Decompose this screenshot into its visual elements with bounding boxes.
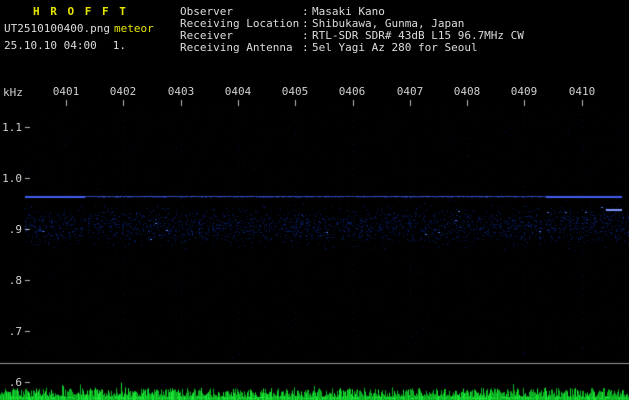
mode-label: meteor	[113, 22, 154, 35]
output-filename: UT2510100400.png	[4, 22, 110, 35]
x-axis-tick-label: 0410	[568, 85, 596, 98]
echo-count: 1.	[112, 39, 126, 52]
info-row-antenna: Receiving Antenna:5el Yagi Az 280 for Se…	[180, 41, 478, 54]
info-value: 5el Yagi Az 280 for Seoul	[312, 41, 478, 54]
x-axis-tick-label: 0401	[52, 85, 80, 98]
filename-row: UT2510100400.png meteor	[4, 22, 154, 35]
x-axis-tick-label: 0405	[281, 85, 309, 98]
app-title: H R O F F T	[33, 5, 128, 18]
x-axis-tick-label: 0409	[510, 85, 538, 98]
x-axis-tick-label: 0408	[453, 85, 481, 98]
datetime-row: 25.10.10 04:00 1.	[4, 39, 126, 52]
hrofft-window: H R O F F T UT2510100400.png meteor 25.10…	[0, 0, 629, 400]
y-axis-tick-label: .8	[8, 274, 22, 287]
y-axis-tick-label: .7	[8, 325, 22, 338]
x-axis-tick-label: 0404	[224, 85, 252, 98]
info-label: Receiving Antenna	[180, 41, 293, 54]
y-axis-unit-label: kHz	[3, 86, 23, 99]
observation-datetime: 25.10.10 04:00	[4, 39, 97, 52]
spectrogram-plot	[0, 0, 629, 400]
y-axis-tick-label: .6	[8, 376, 22, 389]
y-axis-tick-label: .9	[8, 223, 22, 236]
y-axis-tick-label: 1.0	[2, 172, 22, 185]
x-axis-tick-label: 0402	[109, 85, 137, 98]
x-axis-tick-label: 0406	[338, 85, 366, 98]
x-axis-tick-label: 0407	[396, 85, 424, 98]
colon: :	[302, 41, 309, 54]
x-axis-tick-label: 0403	[167, 85, 195, 98]
y-axis-tick-label: 1.1	[2, 121, 22, 134]
